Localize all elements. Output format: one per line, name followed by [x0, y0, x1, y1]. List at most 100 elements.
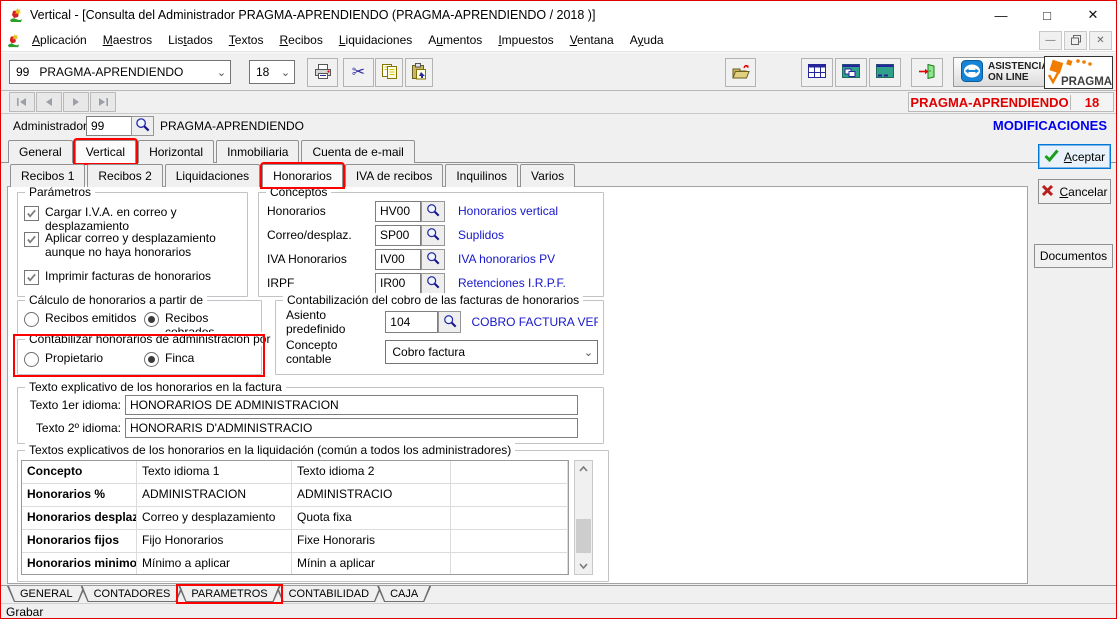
check-cargar-iva[interactable]: Cargar I.V.A. en correo y desplazamiento — [24, 205, 238, 233]
menu-liquidaciones[interactable]: Liquidaciones — [331, 31, 420, 49]
scroll-down-icon[interactable] — [575, 558, 592, 574]
tab-vertical[interactable]: Vertical — [75, 140, 136, 163]
cell-idioma2: Quota fixa — [292, 507, 451, 529]
menu-aumentos[interactable]: Aumentos — [420, 31, 490, 49]
sheet-tab-caja[interactable]: CAJA — [377, 586, 431, 602]
check-aplicar-correo[interactable]: Aplicar correo y desplazamiento aunque n… — [24, 231, 238, 259]
concepto-irpf-code-input[interactable]: IR00 — [375, 273, 421, 294]
mdi-minimize-button[interactable]: — — [1039, 31, 1062, 50]
concepto-honorarios-code-input[interactable]: HV00 — [375, 201, 421, 222]
table-row[interactable]: Honorarios desplazamie Correo y desplaza… — [22, 507, 568, 530]
administrator-search-button[interactable] — [131, 116, 154, 136]
tab-liquidaciones[interactable]: Liquidaciones — [165, 164, 260, 187]
parametros-legend: Parámetros — [25, 185, 95, 199]
asiento-search-button[interactable] — [438, 311, 461, 333]
tab-recibos-2[interactable]: Recibos 2 — [87, 164, 162, 187]
menu-impuestos[interactable]: Impuestos — [490, 31, 561, 49]
tab-general[interactable]: General — [8, 140, 73, 163]
cancelar-label: Cancelar — [1059, 185, 1107, 199]
open-folder-button[interactable] — [725, 58, 756, 87]
concepto-iva-code-input[interactable]: IV00 — [375, 249, 421, 270]
chevron-down-icon: ⌄ — [580, 346, 597, 359]
concepto-correo-code-input[interactable]: SP00 — [375, 225, 421, 246]
administrator-code-input[interactable]: 99 — [86, 116, 132, 136]
concepto-irpf-search-button[interactable] — [421, 273, 445, 294]
menu-recibos[interactable]: Recibos — [271, 31, 330, 49]
pragma-logo: PRAGMA — [1044, 56, 1113, 89]
copy-button[interactable] — [375, 58, 403, 87]
check-cargar-iva-label: Cargar I.V.A. en correo y desplazamiento — [45, 205, 238, 233]
concepto-label: Honorarios — [267, 204, 375, 218]
radio-recibos-emitidos[interactable]: Recibos emitidos — [24, 311, 136, 327]
print-button[interactable] — [307, 58, 338, 87]
tab-cuenta-email[interactable]: Cuenta de e-mail — [301, 140, 414, 163]
table-vertical-scrollbar[interactable] — [574, 460, 593, 575]
concepto-iva-desc: IVA honorarios PV — [458, 252, 555, 266]
mdi-close-button[interactable]: ✕ — [1089, 31, 1112, 50]
cut-button[interactable]: ✂ — [343, 58, 374, 87]
texto-factura-legend: Texto explicativo de los honorarios en l… — [25, 380, 286, 394]
tab-recibos-1[interactable]: Recibos 1 — [10, 164, 85, 187]
year-combobox[interactable]: 18 ⌄ — [249, 60, 295, 84]
scrollbar-thumb[interactable] — [576, 519, 591, 553]
check-imprimir-facturas[interactable]: Imprimir facturas de honorarios — [24, 269, 238, 285]
maximize-button[interactable]: □ — [1024, 1, 1070, 29]
tab-horizontal[interactable]: Horizontal — [138, 140, 214, 163]
menu-ventana[interactable]: Ventana — [562, 31, 622, 49]
concepto-contable-combobox[interactable]: Cobro factura ⌄ — [385, 340, 598, 364]
concepto-correo-row: Correo/desplaz. SP00 Suplidos — [267, 225, 597, 245]
menu-bar: Aplicación Maestros Listados Textos Reci… — [1, 29, 1116, 52]
exit-button[interactable] — [911, 58, 943, 87]
menu-textos[interactable]: Textos — [221, 31, 272, 49]
concepto-iva-search-button[interactable] — [421, 249, 445, 270]
menu-maestros[interactable]: Maestros — [95, 31, 160, 49]
mdi-restore-button[interactable] — [1064, 31, 1087, 50]
table-row[interactable]: Honorarios % ADMINISTRACION ADMINISTRACI… — [22, 484, 568, 507]
minimized-window-icon — [875, 63, 895, 82]
nav-previous-button[interactable] — [36, 92, 62, 112]
concepto-correo-search-button[interactable] — [421, 225, 445, 246]
close-button[interactable]: ✕ — [1070, 1, 1116, 29]
menu-listados[interactable]: Listados — [160, 31, 221, 49]
tab-inquilinos[interactable]: Inquilinos — [445, 164, 518, 187]
table-row[interactable]: Honorarios minimos Mínimo a aplicar Míni… — [22, 553, 568, 575]
menu-ayuda[interactable]: Ayuda — [622, 31, 672, 49]
scroll-up-icon[interactable] — [575, 461, 592, 477]
table-row[interactable]: Honorarios fijos Fijo Honorarios Fixe Ho… — [22, 530, 568, 553]
tab-varios[interactable]: Varios — [520, 164, 575, 187]
magnifier-icon — [426, 251, 440, 268]
col-header-idioma1: Texto idioma 1 — [137, 461, 292, 483]
nav-first-button[interactable] — [9, 92, 35, 112]
minimize-button[interactable]: — — [978, 1, 1024, 29]
sheet-tab-general[interactable]: GENERAL — [7, 586, 86, 602]
cell-idioma1: ADMINISTRACION — [137, 484, 292, 506]
sheet-tab-contabilidad[interactable]: CONTABILIDAD — [276, 586, 382, 602]
title-bar: Vertical - [Consulta del Administrador P… — [1, 1, 1116, 29]
conceptos-legend: Conceptos — [266, 185, 331, 199]
sheet-tab-parametros[interactable]: PARAMETROS — [178, 586, 280, 602]
tab-iva-de-recibos[interactable]: IVA de recibos — [345, 164, 444, 187]
assistance-online-button[interactable]: ASISTENCIA ON LINE — [953, 57, 1057, 87]
aceptar-button[interactable]: Aceptar — [1038, 144, 1111, 169]
sheet-tab-contadores[interactable]: CONTADORES — [81, 586, 184, 602]
tab-honorarios[interactable]: Honorarios — [262, 164, 343, 187]
documentos-button[interactable]: Documentos — [1034, 244, 1113, 268]
texto-idioma2-row: Texto 2º idioma: HONORARIS D'ADMINISTRAC… — [20, 419, 596, 437]
nav-next-button[interactable] — [63, 92, 89, 112]
menu-aplicacion[interactable]: Aplicación — [24, 31, 95, 49]
tab-inmobiliaria[interactable]: Inmobiliaria — [216, 140, 299, 163]
minimize-all-button[interactable] — [869, 58, 901, 87]
tile-windows-button[interactable] — [801, 58, 833, 87]
cancelar-button[interactable]: Cancelar — [1038, 179, 1111, 204]
parametros-groupbox: Parámetros Cargar I.V.A. en correo y des… — [17, 192, 248, 297]
paste-button[interactable] — [405, 58, 433, 87]
asiento-code-input[interactable]: 104 — [385, 311, 438, 333]
concepto-honorarios-search-button[interactable] — [421, 201, 445, 222]
modifications-link[interactable]: MODIFICACIONES — [993, 118, 1107, 133]
texto-idioma2-input[interactable]: HONORARIS D'ADMINISTRACIO — [125, 418, 578, 438]
texto-idioma1-input[interactable]: HONORARIOS DE ADMINISTRACION — [125, 395, 578, 415]
nav-last-button[interactable] — [90, 92, 116, 112]
administrator-combobox[interactable]: 99 PRAGMA-APRENDIENDO ⌄ — [9, 60, 231, 84]
cascade-windows-button[interactable] — [835, 58, 867, 87]
concepto-irpf-desc: Retenciones I.R.P.F. — [458, 276, 566, 290]
